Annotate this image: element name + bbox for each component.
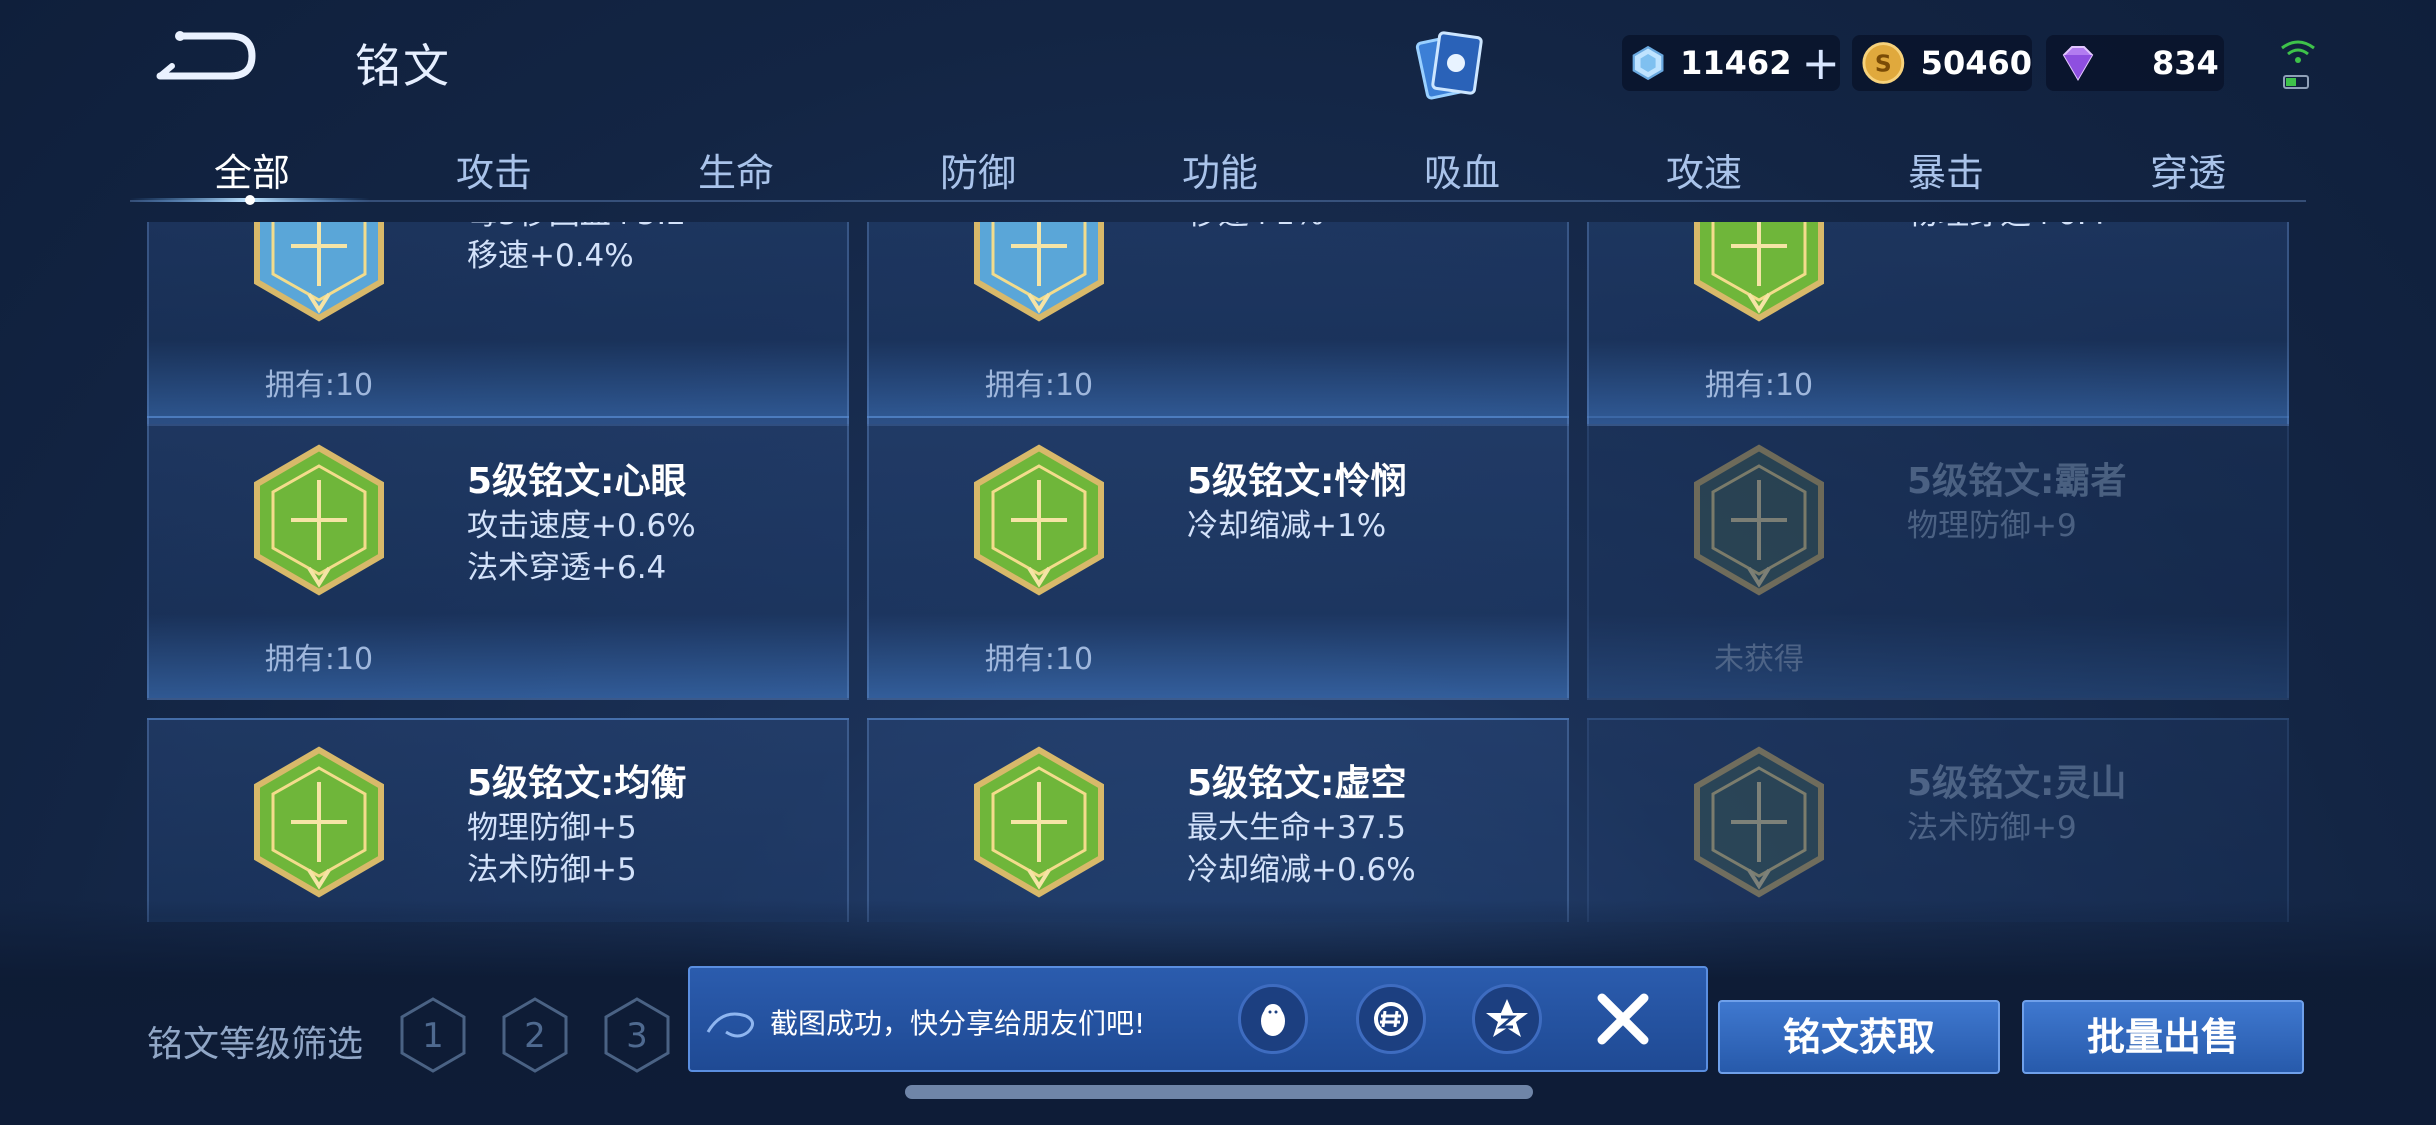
level-1-label: 1 — [422, 1016, 444, 1056]
tab-defense[interactable]: 防御 — [940, 142, 1016, 197]
rune-card[interactable]: 5级铭文:心眼攻击速度+0.6% 法术穿透+6.4 拥有:10 — [147, 416, 849, 700]
rune-attribute: 物理防御+5 — [467, 810, 637, 846]
rune-owned-count: 拥有:10 — [264, 642, 374, 677]
back-arrow-icon — [156, 31, 256, 80]
rune-acquire-button[interactable]: 铭文获取 — [1718, 1000, 2000, 1074]
share-message: 截图成功，快分享给朋友们吧! — [770, 1007, 1146, 1040]
swirl-decoration-icon — [706, 1012, 754, 1038]
tab-lifesteal[interactable]: 吸血 — [1424, 142, 1500, 197]
batch-sell-button[interactable]: 批量出售 — [2022, 1000, 2304, 1074]
rune-name: 5级铭文:霸者 — [1907, 461, 2127, 502]
active-tab-indicator — [130, 195, 370, 205]
home-indicator[interactable] — [905, 1085, 1533, 1099]
rune-emblem-icon — [974, 222, 1104, 322]
rune-attribute: 法术防御+5 — [467, 852, 637, 888]
rune-owned-count: 拥有:10 — [1704, 368, 1814, 403]
rune-emblem-icon — [974, 746, 1104, 898]
rune-emblem-icon — [1694, 222, 1824, 322]
moments-share-button[interactable] — [1356, 984, 1426, 1054]
qzone-icon — [1486, 999, 1528, 1037]
rune-card[interactable]: 5级铭文:均衡物理防御+5 法术防御+5 — [147, 718, 849, 922]
rune-attribute: 移速+0.4% — [467, 238, 634, 274]
rune-card[interactable]: 5级铭文:霸者物理防御+9 未获得 — [1587, 416, 2289, 700]
level-filter-2-button[interactable]: 2 — [500, 996, 570, 1074]
add-crystal-button[interactable]: + — [1801, 40, 1840, 86]
tab-critical[interactable]: 暴击 — [1908, 142, 1984, 197]
page-title: 铭文 — [355, 39, 451, 93]
rune-emblem-icon — [254, 444, 384, 596]
level-filter-label: 铭文等级筛选 — [147, 1024, 364, 1065]
rune-owned-count: 拥有:10 — [264, 368, 374, 403]
level-filter-3-button[interactable]: 3 — [602, 996, 672, 1074]
tab-attack-speed[interactable]: 攻速 — [1666, 142, 1742, 197]
rune-attribute: 法术防御+9 — [1907, 810, 2077, 846]
rune-attribute: 物理防御+9 — [1907, 508, 2077, 544]
rune-card[interactable]: 5级铭文:怜悯冷却缩减+1% 拥有:10 — [867, 416, 1569, 700]
tab-function[interactable]: 功能 — [1182, 142, 1258, 197]
rune-owned-count: 拥有:10 — [984, 642, 1094, 677]
wifi-icon — [2281, 40, 2315, 63]
gold-coin-icon: S — [1862, 42, 1905, 84]
svg-text:S: S — [1875, 50, 1892, 78]
rune-card[interactable]: 5级铭文:灵山法术防御+9 — [1587, 718, 2289, 922]
tab-penetration[interactable]: 穿透 — [2150, 142, 2226, 197]
rune-owned-count: 未获得 — [1714, 642, 1804, 677]
rune-name: 5级铭文:均衡 — [467, 763, 687, 804]
diamond-amount: 834 — [2152, 44, 2219, 82]
category-tabs: 全部 攻击 生命 防御 功能 吸血 攻速 暴击 穿透 — [130, 130, 2306, 205]
battery-icon — [2283, 75, 2309, 89]
gold-amount: 50460 — [1920, 44, 2032, 82]
qq-share-button[interactable] — [1238, 984, 1308, 1054]
rune-attribute: 攻击速度+0.6% — [467, 508, 696, 544]
event-card-icon[interactable] — [1410, 25, 1490, 105]
wechat-moments-icon — [1374, 1002, 1408, 1036]
close-share-button[interactable] — [1590, 986, 1656, 1052]
rune-card[interactable]: 5级铭文:虚空最大生命+37.5 冷却缩减+0.6% — [867, 718, 1569, 922]
share-toast: 截图成功，快分享给朋友们吧! — [688, 966, 1708, 1072]
rune-emblem-icon — [254, 746, 384, 898]
diamond-currency: 834 — [2046, 35, 2224, 91]
rune-attribute: 冷却缩减+0.6% — [1187, 852, 1416, 888]
crystal-amount: 11462 — [1680, 44, 1792, 82]
qzone-share-button[interactable] — [1472, 984, 1542, 1054]
rune-attribute: 冷却缩减+1% — [1187, 508, 1387, 544]
diamond-icon — [2062, 46, 2094, 81]
rune-grid: 最大生命+45每5秒回血+5.2移速+0.4%拥有:10物理攻击+1.6移速+1… — [147, 222, 2289, 922]
rune-emblem-icon — [254, 222, 384, 322]
tab-attack[interactable]: 攻击 — [456, 142, 532, 197]
rune-name: 5级铭文:灵山 — [1907, 763, 2127, 804]
rune-emblem-icon — [1694, 746, 1824, 898]
top-bar: 铭文 11462 + S 50460 834 — [0, 0, 2436, 130]
rune-attribute: 最大生命+37.5 — [1187, 810, 1406, 846]
crystal-icon — [1632, 45, 1664, 81]
level-filter-1-button[interactable]: 1 — [398, 996, 468, 1074]
rune-emblem-icon — [974, 444, 1104, 596]
qq-icon — [1261, 1004, 1285, 1036]
rune-owned-count: 拥有:10 — [984, 368, 1094, 403]
tab-health[interactable]: 生命 — [698, 142, 774, 197]
rune-name: 5级铭文:虚空 — [1187, 763, 1407, 804]
back-button[interactable] — [150, 28, 260, 90]
rune-card[interactable]: 物理攻击+0.9物理穿透+6.4拥有:10 — [1587, 222, 2289, 426]
rune-card[interactable]: 最大生命+45每5秒回血+5.2移速+0.4%拥有:10 — [147, 222, 849, 426]
rune-attribute: 移速+1% — [1187, 222, 1324, 233]
rune-card[interactable]: 物理攻击+1.6移速+1%拥有:10 — [867, 222, 1569, 426]
rune-attribute: 法术穿透+6.4 — [467, 550, 667, 586]
level-3-label: 3 — [626, 1016, 648, 1056]
gold-currency: S 50460 — [1852, 35, 2032, 91]
level-2-label: 2 — [524, 1016, 546, 1056]
tab-all[interactable]: 全部 — [214, 142, 290, 197]
rune-name: 5级铭文:心眼 — [467, 461, 687, 502]
rune-attribute: 物理穿透+6.4 — [1907, 222, 2106, 233]
crystal-currency: 11462 + — [1622, 35, 1840, 91]
network-status — [2278, 38, 2318, 98]
rune-name: 5级铭文:怜悯 — [1187, 461, 1407, 502]
rune-emblem-icon — [1694, 444, 1824, 596]
